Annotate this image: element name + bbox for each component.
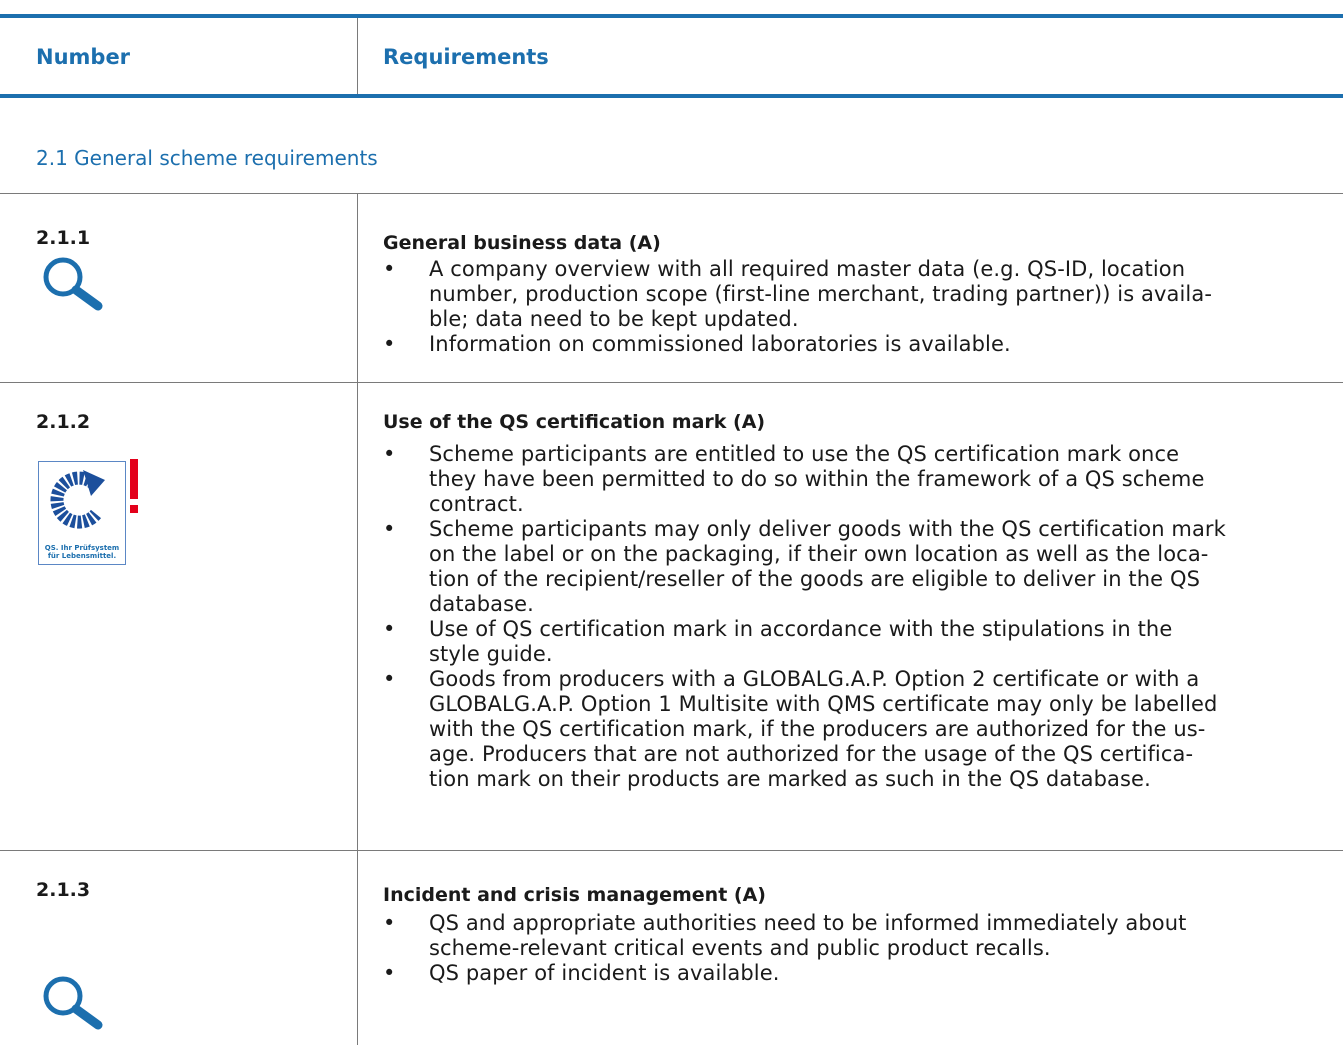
section-title: 2.1 General scheme requirements bbox=[36, 146, 378, 170]
exclamation-icon bbox=[130, 459, 138, 513]
column-divider bbox=[357, 851, 358, 1045]
magnifier-icon bbox=[43, 976, 103, 1030]
table-row: 2.1.1 General business data (A) • A compa… bbox=[0, 194, 1343, 383]
column-divider bbox=[357, 194, 358, 382]
table-header: Number Requirements bbox=[0, 18, 1343, 94]
bullet-item: • QS paper of incident is available. bbox=[383, 961, 780, 985]
column-divider bbox=[357, 383, 358, 851]
requirement-title: General business data (A) bbox=[383, 232, 661, 254]
bullet-item: • Scheme participants may only deliver go… bbox=[383, 517, 1226, 616]
requirement-title: Use of the QS certification mark (A) bbox=[383, 411, 766, 433]
qs-logo-arrow-icon bbox=[50, 470, 105, 529]
requirements-table: Number Requirements 2.1 General scheme r… bbox=[0, 0, 1343, 1045]
requirement-number: 2.1.3 bbox=[36, 879, 91, 901]
table-row: 2.1.2 QS. Ihr Prüfsystem für Lebensmitte… bbox=[0, 383, 1343, 851]
requirement-bullets: • QS and appropriate authorities need to … bbox=[383, 911, 1343, 986]
bullet-item: • Use of QS certification mark in accorda… bbox=[383, 617, 1173, 666]
magnifier-icon bbox=[43, 257, 103, 311]
requirement-bullets: • A company overview with all required ma… bbox=[383, 257, 1343, 357]
table-row: 2.1.3 Incident and crisis management (A)… bbox=[0, 851, 1343, 1045]
bullet-item: • Goods from producers with a GLOBALG.A.P… bbox=[383, 667, 1218, 791]
qs-logo-caption: QS. Ihr Prüfsystem für Lebensmittel. bbox=[44, 544, 120, 560]
bullet-item: • Scheme participants are entitled to use… bbox=[383, 442, 1205, 516]
qs-certification-mark-icon: QS. Ihr Prüfsystem für Lebensmittel. bbox=[38, 461, 126, 565]
requirement-bullets: • Scheme participants are entitled to use… bbox=[383, 442, 1343, 792]
column-divider bbox=[357, 18, 358, 94]
header-requirements: Requirements bbox=[383, 45, 549, 69]
bullet-item: • QS and appropriate authorities need to … bbox=[383, 911, 1187, 960]
header-bottom-rule bbox=[0, 94, 1343, 98]
bullet-item: • A company overview with all required ma… bbox=[383, 257, 1212, 331]
requirement-title: Incident and crisis management (A) bbox=[383, 884, 766, 906]
requirement-number: 2.1.1 bbox=[36, 227, 91, 249]
bullet-item: • Information on commissioned laboratorie… bbox=[383, 332, 1011, 356]
requirement-number: 2.1.2 bbox=[36, 411, 91, 433]
header-number: Number bbox=[36, 45, 131, 69]
